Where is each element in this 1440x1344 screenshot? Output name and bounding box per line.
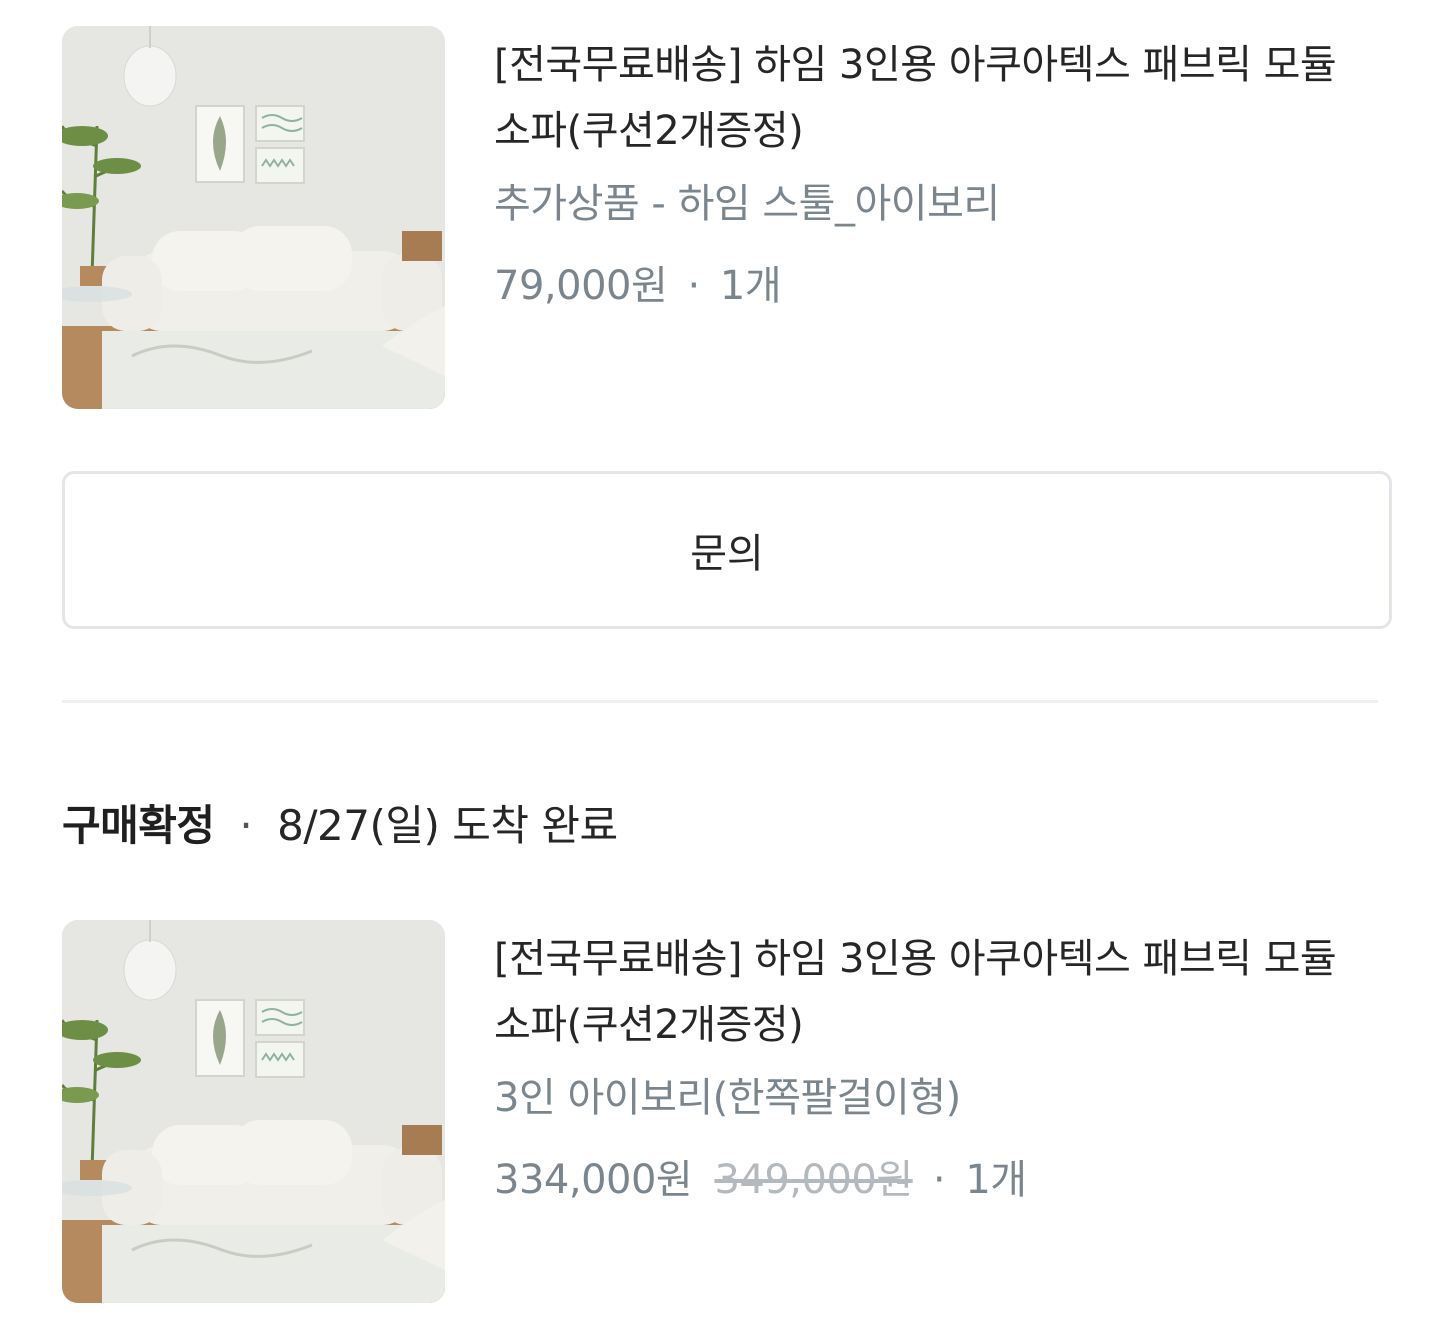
price: 334,000원 bbox=[494, 1157, 693, 1203]
order-status: 구매확정 bbox=[62, 801, 215, 850]
order-status-line: 구매확정 · 8/27(일) 도착 완료 bbox=[62, 796, 618, 856]
quantity: 1개 bbox=[965, 1157, 1027, 1203]
order-item-2[interactable]: [전국무료배송] 하임 3인용 아쿠아텍스 패브릭 모듈 소파(쿠션2개증정) … bbox=[62, 920, 1378, 1304]
separator-dot: · bbox=[687, 263, 700, 309]
original-price: 349,000원 bbox=[714, 1157, 913, 1203]
inquiry-button[interactable]: 문의 bbox=[62, 471, 1392, 629]
product-name[interactable]: [전국무료배송] 하임 3인용 아쿠아텍스 패브릭 모듈 소파(쿠션2개증정) bbox=[494, 32, 1384, 164]
separator-dot: · bbox=[932, 1157, 946, 1203]
separator-dot: · bbox=[239, 801, 253, 850]
product-option: 3인 아이보리(한쪽팔걸이형) bbox=[494, 1075, 961, 1121]
order-item-1[interactable]: [전국무료배송] 하임 3인용 아쿠아텍스 패브릭 모듈 소파(쿠션2개증정) … bbox=[62, 26, 1378, 410]
delivery-info: 8/27(일) 도착 완료 bbox=[277, 801, 618, 850]
product-thumbnail[interactable] bbox=[62, 920, 445, 1303]
product-thumbnail[interactable] bbox=[62, 26, 445, 409]
quantity: 1개 bbox=[719, 263, 782, 309]
price-row: 334,000원 349,000원 · 1개 bbox=[494, 1152, 1384, 1208]
product-option: 추가상품 - 하임 스툴_아이보리 bbox=[494, 181, 1000, 227]
price: 79,000원 bbox=[494, 263, 668, 309]
section-divider bbox=[62, 700, 1378, 703]
price-row: 79,000원 · 1개 bbox=[494, 258, 1384, 314]
sofa-photo-icon bbox=[62, 26, 445, 409]
sofa-photo-icon bbox=[62, 920, 445, 1303]
product-name[interactable]: [전국무료배송] 하임 3인용 아쿠아텍스 패브릭 모듈 소파(쿠션2개증정) bbox=[494, 926, 1384, 1058]
